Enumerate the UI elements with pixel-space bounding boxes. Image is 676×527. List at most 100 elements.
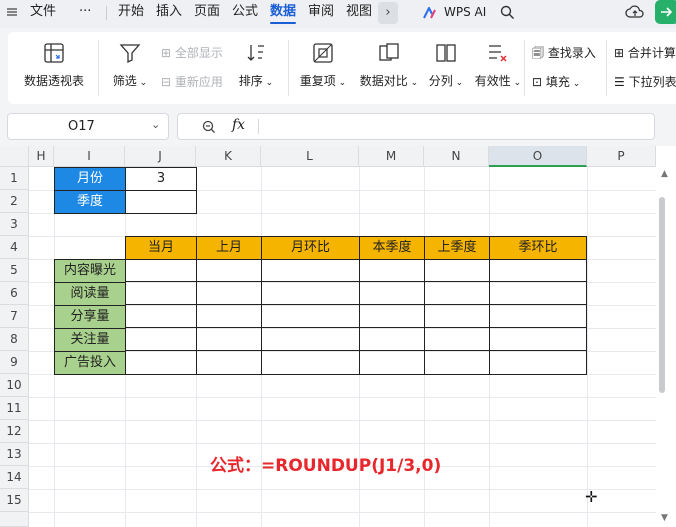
sort-label: 排序 [238,74,263,88]
cloud-upload-icon[interactable] [625,4,645,20]
row-header-13[interactable]: 13 [0,443,29,466]
duplicates-icon [313,43,333,63]
chevron-down-icon: ⌄ [452,78,464,88]
row-header-8[interactable]: 8 [0,328,29,351]
merge-calc-icon: ⊞ [614,46,628,60]
validity-label: 有效性 [474,74,511,88]
quarter-value-cell[interactable] [125,190,197,214]
row-header-12[interactable]: 12 [0,420,29,443]
tab-formula[interactable]: 公式 [232,0,258,26]
data-compare-button[interactable]: 数据对比 ⌄ [358,42,420,89]
fx-icon[interactable]: fx [232,117,245,133]
more-menu[interactable]: ··· [79,0,91,26]
header-cell-current-month[interactable]: 当月 [125,236,197,260]
filter-label: 筛选 [112,74,137,88]
menu-icon[interactable] [6,6,18,18]
name-box-value: O17 [68,119,95,134]
select-all-corner[interactable] [0,146,29,167]
wps-ai-logo-icon [423,7,436,19]
fill-icon: ⊡ [532,75,546,89]
row-header-1[interactable]: 1 [0,167,29,190]
pivot-table-icon [44,43,64,63]
formula-annotation: 公式：=ROUNDUP(J1/3,0) [210,456,442,476]
col-header-k[interactable]: K [196,146,261,167]
merge-calc-button[interactable]: ⊞ 合并计算 [614,44,676,61]
chevron-down-icon: ⌄ [569,79,581,89]
share-icon [661,7,673,17]
header-cell-this-quarter[interactable]: 本季度 [359,236,425,260]
col-header-p[interactable]: P [587,146,656,167]
row-header-2[interactable]: 2 [0,190,29,213]
row-header-15[interactable]: 15 [0,489,29,512]
col-header-h[interactable]: H [29,146,54,167]
header-cell-last-month[interactable]: 上月 [196,236,262,260]
col-header-i[interactable]: I [54,146,125,167]
row-label-cell[interactable]: 内容曝光 [54,259,126,283]
month-label-cell[interactable]: 月份 [54,167,126,191]
col-header-m[interactable]: M [359,146,424,167]
fill-button[interactable]: ⊡ 填充 ⌄ [532,73,580,90]
filter-button[interactable]: 筛选 ⌄ [110,42,150,89]
month-value-cell[interactable]: 3 [125,167,197,191]
sort-button[interactable]: 排序 ⌄ [236,42,276,89]
formula-bar[interactable]: fx [177,113,655,140]
data-compare-label: 数据对比 [359,74,408,88]
row-header-3[interactable]: 3 [0,213,29,236]
pivot-table-button[interactable]: 数据透视表 [22,42,86,89]
chevron-right-icon[interactable]: › [378,2,398,24]
row-label-cell[interactable]: 阅读量 [54,282,126,306]
reapply-icon: ⊟ [161,75,175,89]
data-compare-icon [379,43,399,61]
duplicates-button[interactable]: 重复项 ⌄ [298,42,348,89]
tab-review[interactable]: 审阅 [308,0,334,26]
data-table-body [125,259,587,375]
tab-page[interactable]: 页面 [194,0,220,26]
tab-start[interactable]: 开始 [118,0,144,26]
scroll-thumb[interactable] [659,197,665,393]
chevron-down-icon: ⌄ [136,78,148,88]
row-header-6[interactable]: 6 [0,282,29,305]
chevron-down-icon: ⌄ [262,78,274,88]
row-label-cell[interactable]: 分享量 [54,305,126,329]
filter-icon [119,44,141,64]
find-entry-button[interactable]: 🗐 查找录入 [532,44,596,65]
tab-view[interactable]: 视图 [346,0,372,26]
chevron-down-icon[interactable]: ⌄ [151,118,160,131]
file-menu[interactable]: 文件 [30,0,56,26]
duplicates-label: 重复项 [299,74,336,88]
row-label-cell[interactable]: 广告投入 [54,351,126,375]
scroll-up-icon[interactable]: ▲ [661,169,668,179]
row-header-16[interactable] [0,512,29,527]
fill-label: 填充 [545,75,570,89]
split-column-button[interactable]: 分列 ⌄ [426,42,466,89]
share-button[interactable] [655,0,676,24]
validity-button[interactable]: 有效性 ⌄ [472,42,524,89]
find-entry-label: 查找录入 [547,46,596,60]
row-header-5[interactable]: 5 [0,259,29,282]
col-header-l[interactable]: L [261,146,359,167]
row-header-11[interactable]: 11 [0,397,29,420]
row-header-10[interactable]: 10 [0,374,29,397]
header-cell-last-quarter[interactable]: 上季度 [424,236,490,260]
col-header-n[interactable]: N [424,146,489,167]
row-header-4[interactable]: 4 [0,236,29,259]
tab-insert[interactable]: 插入 [156,0,182,26]
header-cell-month-ratio[interactable]: 月环比 [261,236,360,260]
name-box[interactable]: O17 ⌄ [7,113,169,140]
reapply-button[interactable]: ⊟ 重新应用 [161,73,223,90]
vertical-scrollbar[interactable]: ▲ ▼ [656,167,676,527]
dropdown-list-button[interactable]: ☰ 下拉列表 [614,73,676,90]
search-icon[interactable] [500,5,515,20]
show-all-button[interactable]: ⊞ 全部显示 [161,44,223,61]
col-header-o[interactable]: O [489,146,587,167]
col-header-j[interactable]: J [125,146,196,167]
scroll-down-icon[interactable]: ▼ [661,513,668,523]
zoom-icon[interactable] [202,120,216,134]
quarter-label-cell[interactable]: 季度 [54,190,126,214]
row-header-7[interactable]: 7 [0,305,29,328]
wps-ai-button[interactable]: WPS AI [444,0,486,26]
row-header-9[interactable]: 9 [0,351,29,374]
row-header-14[interactable]: 14 [0,466,29,489]
row-label-cell[interactable]: 关注量 [54,328,126,352]
header-cell-quarter-ratio[interactable]: 季环比 [489,236,587,260]
